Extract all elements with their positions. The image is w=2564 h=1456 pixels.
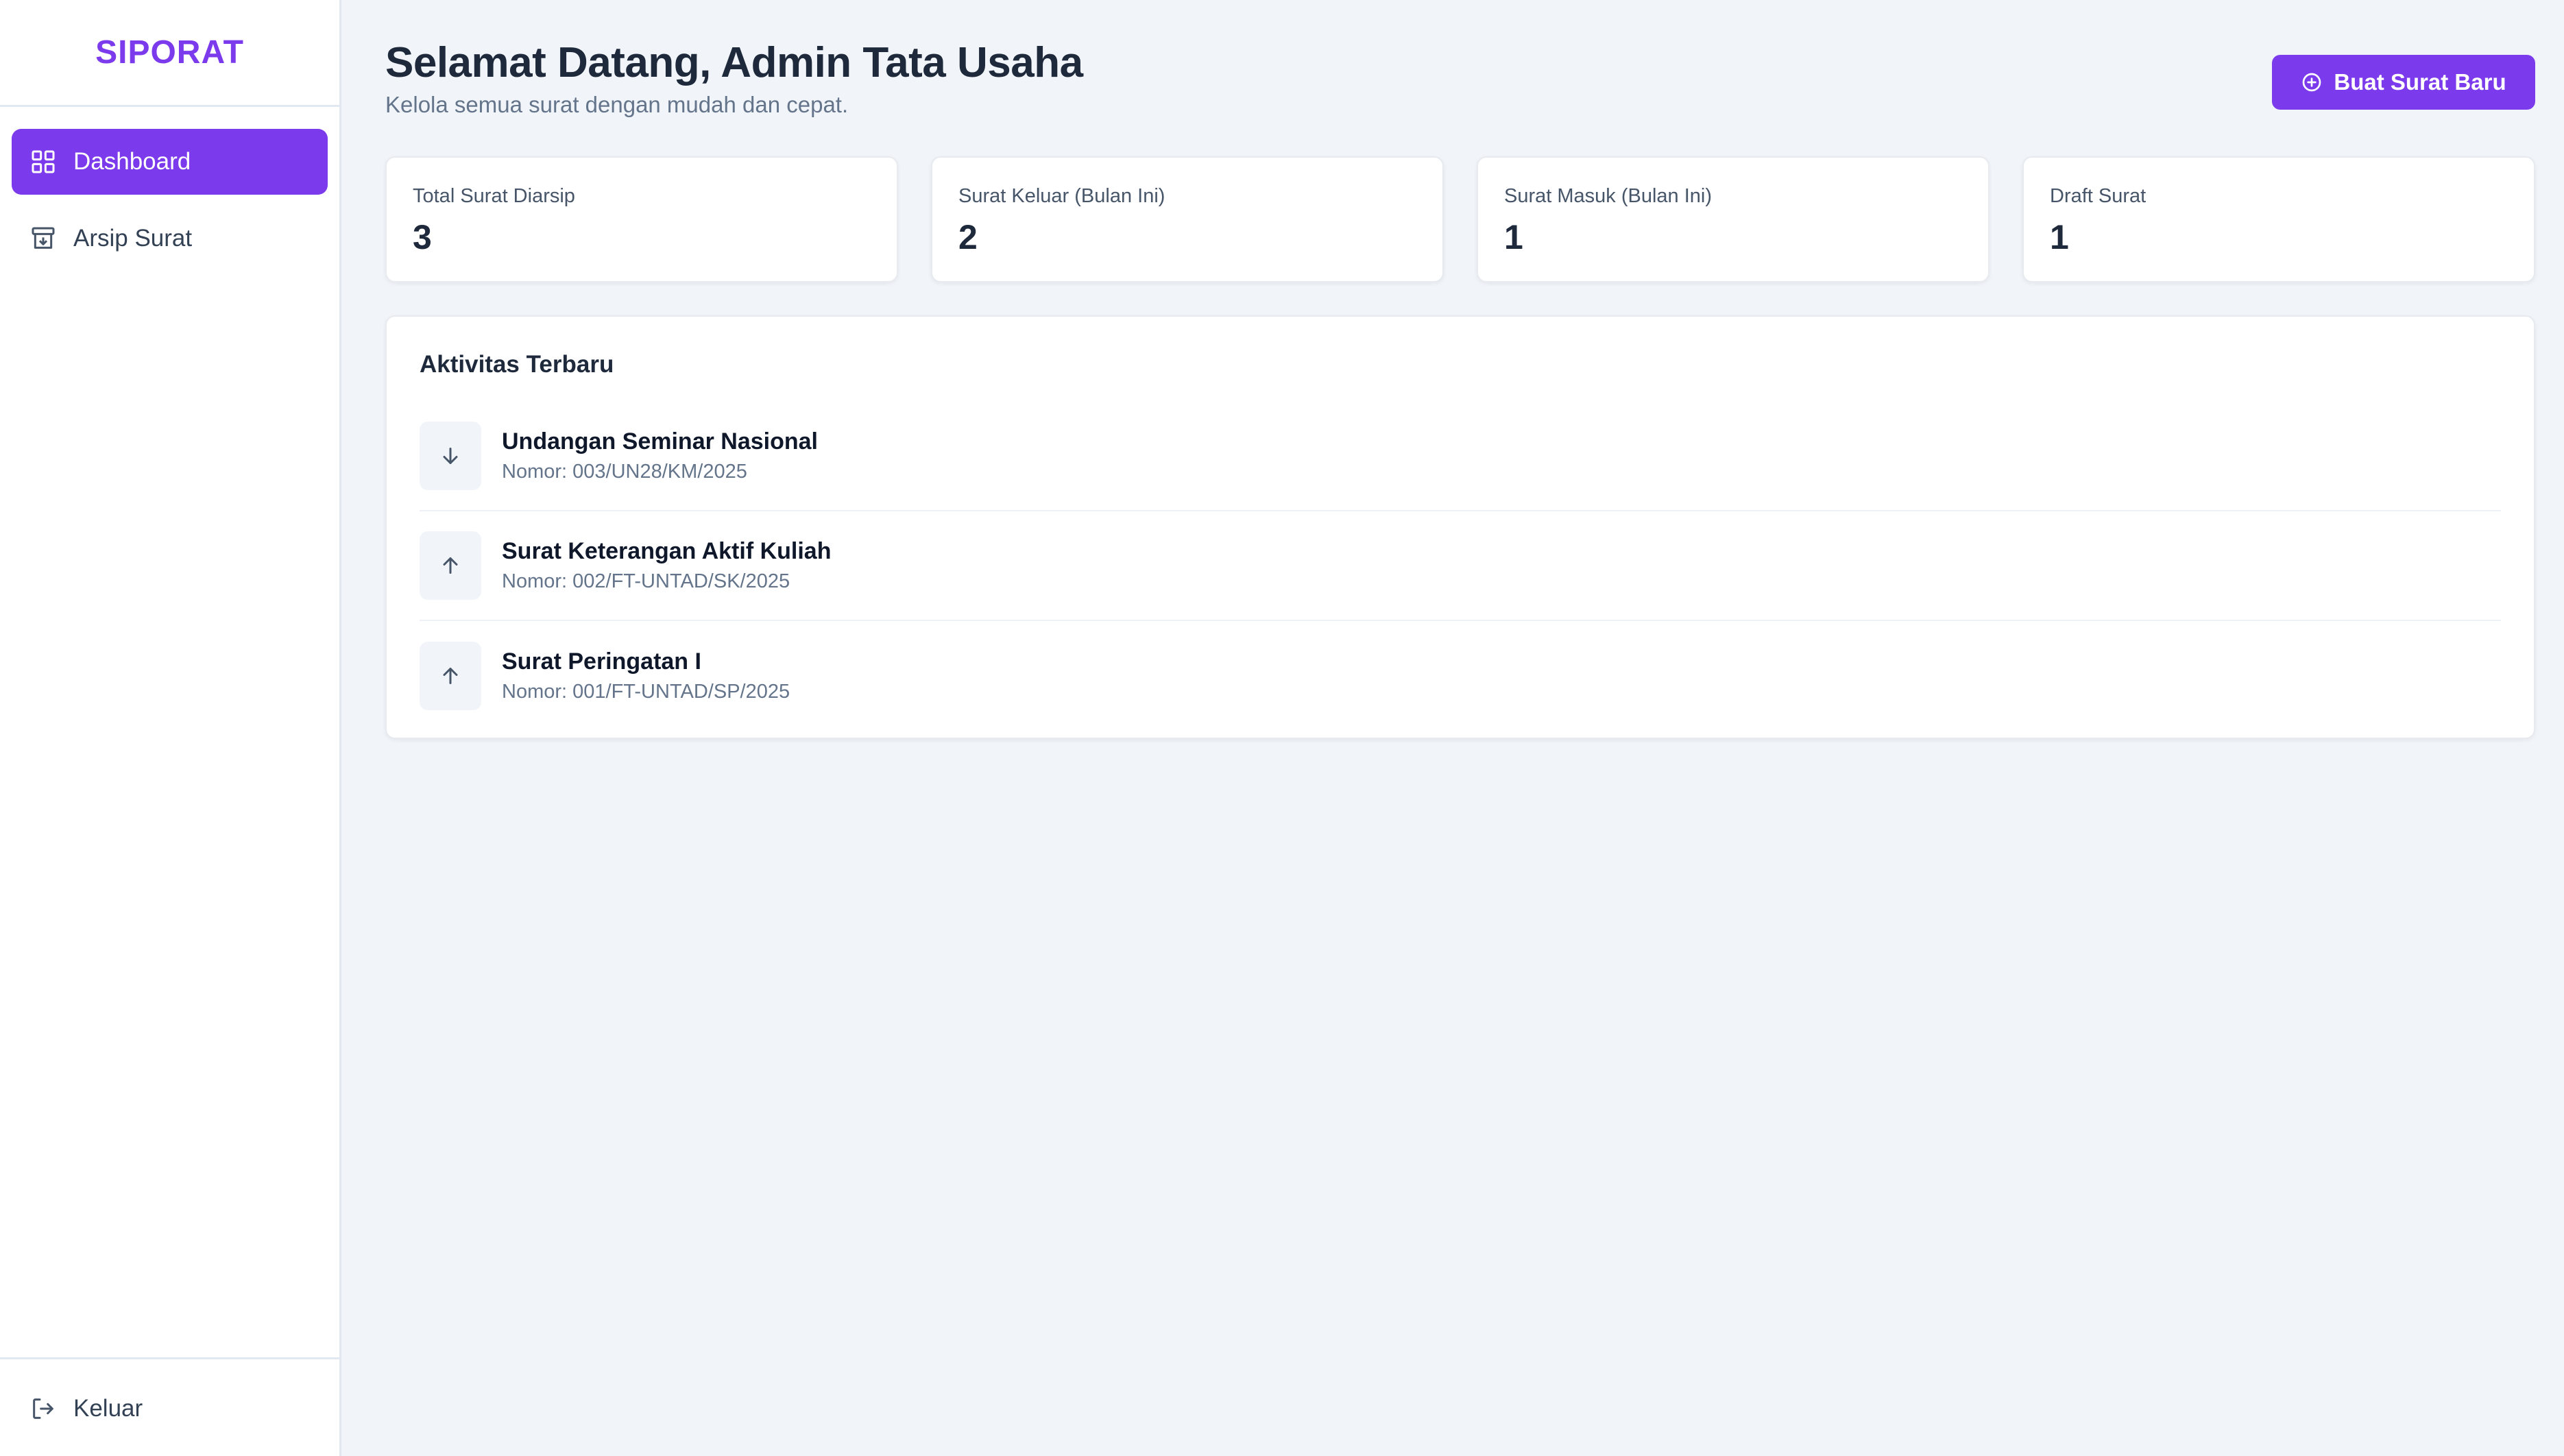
sidebar-footer: Keluar [0, 1357, 339, 1456]
activity-number: Nomor: 003/UN28/KM/2025 [502, 461, 747, 483]
recent-activity-card: Aktivitas Terbaru Undangan Seminar Nasio… [385, 315, 2535, 739]
activity-name: Surat Keterangan Aktif Kuliah [502, 538, 832, 564]
main-content: Selamat Datang, Admin Tata Usaha Kelola … [385, 0, 2535, 739]
brand-logo[interactable]: SIPORAT [0, 0, 339, 107]
archive-box-icon [29, 225, 57, 252]
stat-value: 3 [413, 218, 432, 256]
stat-card-drafts: Draft Surat 1 [2022, 156, 2535, 282]
stat-card-incoming-month: Surat Masuk (Bulan Ini) 1 [1477, 156, 1989, 282]
arrow-up-icon [420, 642, 481, 710]
page-header: Selamat Datang, Admin Tata Usaha Kelola … [385, 0, 2535, 156]
logout-icon [29, 1395, 57, 1422]
logout-button[interactable]: Keluar [12, 1376, 328, 1442]
arrow-up-icon [420, 531, 481, 600]
sidebar-nav: Dashboard Arsip Surat [0, 107, 339, 271]
stat-label: Surat Masuk (Bulan Ini) [1504, 185, 1713, 207]
activity-number: Nomor: 002/FT-UNTAD/SK/2025 [502, 570, 790, 592]
stat-label: Total Surat Diarsip [413, 185, 575, 207]
page-title: Selamat Datang, Admin Tata Usaha [385, 39, 1083, 86]
stat-card-total-archived: Total Surat Diarsip 3 [385, 156, 898, 282]
stat-value: 1 [2050, 218, 2069, 256]
activity-item[interactable]: Undangan Seminar Nasional Nomor: 003/UN2… [420, 402, 2501, 511]
stat-label: Draft Surat [2050, 185, 2146, 207]
page-subtitle: Kelola semua surat dengan mudah dan cepa… [385, 92, 849, 117]
new-letter-button[interactable]: Buat Surat Baru [2272, 55, 2535, 110]
logout-label: Keluar [73, 1395, 143, 1422]
stat-value: 1 [1504, 218, 1523, 256]
plus-circle-icon [2301, 71, 2323, 93]
stat-card-outgoing-month: Surat Keluar (Bulan Ini) 2 [931, 156, 1444, 282]
sidebar-item-label: Arsip Surat [73, 225, 193, 252]
sidebar: SIPORAT Dashboard Arsip Surat Keluar [0, 0, 341, 1456]
stats-row: Total Surat Diarsip 3 Surat Keluar (Bula… [385, 156, 2535, 282]
recent-activity-title: Aktivitas Terbaru [420, 351, 614, 378]
new-letter-label: Buat Surat Baru [2334, 69, 2506, 95]
activity-text: Undangan Seminar Nasional Nomor: 003/UN2… [502, 428, 818, 483]
sidebar-item-dashboard[interactable]: Dashboard [12, 129, 328, 195]
activity-item[interactable]: Surat Keterangan Aktif Kuliah Nomor: 002… [420, 511, 2501, 621]
activity-text: Surat Keterangan Aktif Kuliah Nomor: 002… [502, 538, 831, 593]
activity-text: Surat Peringatan I Nomor: 001/FT-UNTAD/S… [502, 648, 790, 703]
activity-number: Nomor: 001/FT-UNTAD/SP/2025 [502, 681, 790, 703]
sidebar-item-arsip-surat[interactable]: Arsip Surat [12, 206, 328, 271]
arrow-down-icon [420, 422, 481, 490]
activity-name: Undangan Seminar Nasional [502, 428, 818, 454]
activity-name: Surat Peringatan I [502, 648, 701, 675]
activity-item[interactable]: Surat Peringatan I Nomor: 001/FT-UNTAD/S… [420, 621, 2501, 731]
dashboard-grid-icon [29, 148, 57, 175]
stat-label: Surat Keluar (Bulan Ini) [958, 185, 1165, 207]
stat-value: 2 [958, 218, 978, 256]
sidebar-item-label: Dashboard [73, 148, 191, 175]
